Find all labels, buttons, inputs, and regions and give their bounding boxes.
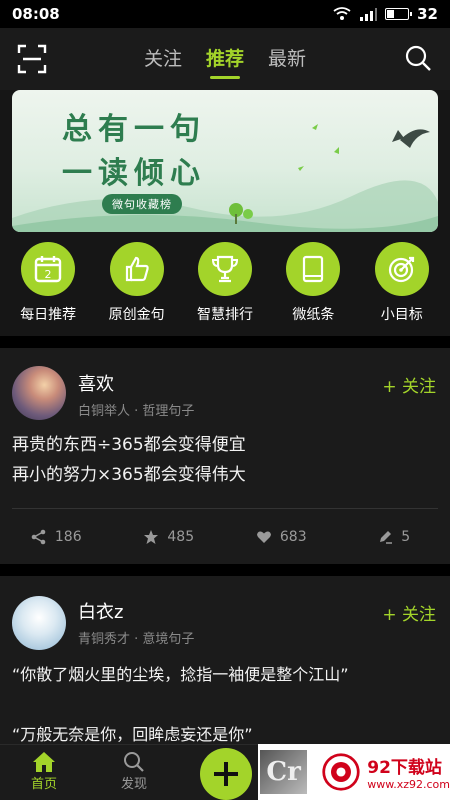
post-card[interactable]: 喜欢 白铜举人 · 哲理句子 + 关注 再贵的东西÷365都会变得便宜 再小的努… — [0, 348, 450, 564]
search-icon — [124, 752, 144, 772]
watermark: Cr 92下载站 www.xz92.com — [258, 744, 450, 800]
nav-label: 首页 — [30, 777, 57, 792]
star-icon — [144, 530, 159, 544]
heart-icon — [256, 531, 271, 543]
post-line: “你散了烟火里的尘埃，捻指一袖便是整个江山” — [12, 665, 349, 684]
status-time: 08:08 — [12, 5, 60, 23]
shortcut-ranking[interactable]: 智慧排行 — [185, 242, 265, 334]
status-bar: 08:08 32 — [0, 0, 450, 28]
plus-icon — [214, 762, 238, 786]
shortcut-original[interactable]: 原创金句 — [97, 242, 177, 334]
nav-discover[interactable]: 发现 — [104, 751, 164, 792]
section-divider — [0, 336, 450, 348]
post-content[interactable]: 再贵的东西÷365都会变得便宜 再小的努力×365都会变得伟大 — [12, 430, 438, 490]
battery-level: 32 — [417, 5, 438, 23]
section-divider — [0, 564, 450, 576]
tab-recommended[interactable]: 推荐 — [206, 44, 244, 79]
post-meta: 青铜秀才 · 意境句子 — [78, 632, 195, 647]
add-post-button[interactable] — [200, 748, 252, 800]
search-icon[interactable] — [404, 44, 432, 72]
post-content[interactable]: “你散了烟火里的尘埃，捻指一袖便是整个江山” “万般无奈是你，回眸虑妄还是你” — [12, 660, 438, 750]
banner-pill: 微句收藏榜 — [102, 194, 182, 214]
star-count: 485 — [167, 529, 195, 545]
post-username[interactable]: 喜欢 — [78, 370, 114, 396]
card-divider — [12, 508, 438, 509]
shortcut-label: 小目标 — [380, 307, 423, 323]
calendar-icon: 2 — [34, 256, 62, 283]
home-icon — [33, 752, 55, 772]
avatar[interactable] — [12, 366, 66, 420]
comment-count: 5 — [401, 529, 411, 545]
star-stat[interactable]: 485 — [113, 522, 226, 552]
shortcut-label: 智慧排行 — [196, 307, 253, 323]
post-card[interactable]: 白衣z 青铜秀才 · 意境句子 + 关注 “你散了烟火里的尘埃，捻指一袖便是整个… — [0, 576, 450, 744]
shortcut-goal[interactable]: 小目标 — [362, 242, 442, 334]
banner-title-line1: 总有一句 — [62, 112, 206, 147]
avatar[interactable] — [12, 596, 66, 650]
follow-button[interactable]: + 关注 — [382, 372, 436, 397]
share-icon — [31, 529, 46, 545]
promo-banner[interactable]: 总有一句 一读倾心 微句收藏榜 — [12, 90, 438, 232]
watermark-title: 92下载站 — [367, 758, 442, 778]
like-count: 683 — [279, 529, 307, 545]
follow-button[interactable]: + 关注 — [382, 600, 436, 625]
pen-icon — [380, 531, 393, 544]
share-stat[interactable]: 186 — [0, 522, 113, 552]
watermark-cr: Cr — [260, 750, 308, 794]
battery-icon — [385, 8, 413, 20]
shortcut-label: 每日推荐 — [20, 307, 77, 323]
nav-label: 发现 — [120, 777, 147, 792]
share-count: 186 — [54, 529, 82, 545]
watermark-logo-icon — [322, 753, 360, 791]
comment-stat[interactable]: 5 — [338, 522, 450, 552]
shortcut-daily[interactable]: 2 每日推荐 — [8, 242, 88, 334]
watermark-url: www.xz92.com — [367, 778, 450, 791]
thumbs-up-icon — [125, 256, 149, 282]
trophy-icon — [211, 255, 238, 283]
shortcut-row: 2 每日推荐 原创金句 智慧排行 微纸条 小目标 — [0, 242, 450, 334]
post-line — [12, 690, 438, 720]
book-icon — [303, 255, 324, 283]
feed-tabs: 关注 推荐 最新 — [0, 44, 450, 79]
shortcut-label: 原创金句 — [108, 307, 165, 323]
target-icon — [388, 256, 414, 283]
wifi-icon — [333, 7, 351, 20]
banner-title-line2: 一读倾心 — [62, 156, 206, 191]
nav-home[interactable]: 首页 — [14, 751, 74, 792]
top-header: 关注 推荐 最新 — [0, 28, 450, 90]
post-line: 再贵的东西÷365都会变得便宜 — [12, 435, 246, 455]
svg-text:2: 2 — [45, 268, 52, 281]
post-meta: 白铜举人 · 哲理句子 — [78, 404, 195, 419]
shortcut-label: 微纸条 — [292, 307, 335, 323]
tab-latest[interactable]: 最新 — [268, 44, 306, 79]
tab-following[interactable]: 关注 — [144, 44, 182, 79]
signal-icon — [360, 8, 378, 21]
shortcut-notes[interactable]: 微纸条 — [273, 242, 353, 334]
like-stat[interactable]: 683 — [225, 522, 338, 552]
post-stats: 186 485 683 5 — [0, 522, 450, 552]
post-username[interactable]: 白衣z — [78, 598, 123, 624]
post-line: 再小的努力×365都会变得伟大 — [12, 465, 246, 485]
